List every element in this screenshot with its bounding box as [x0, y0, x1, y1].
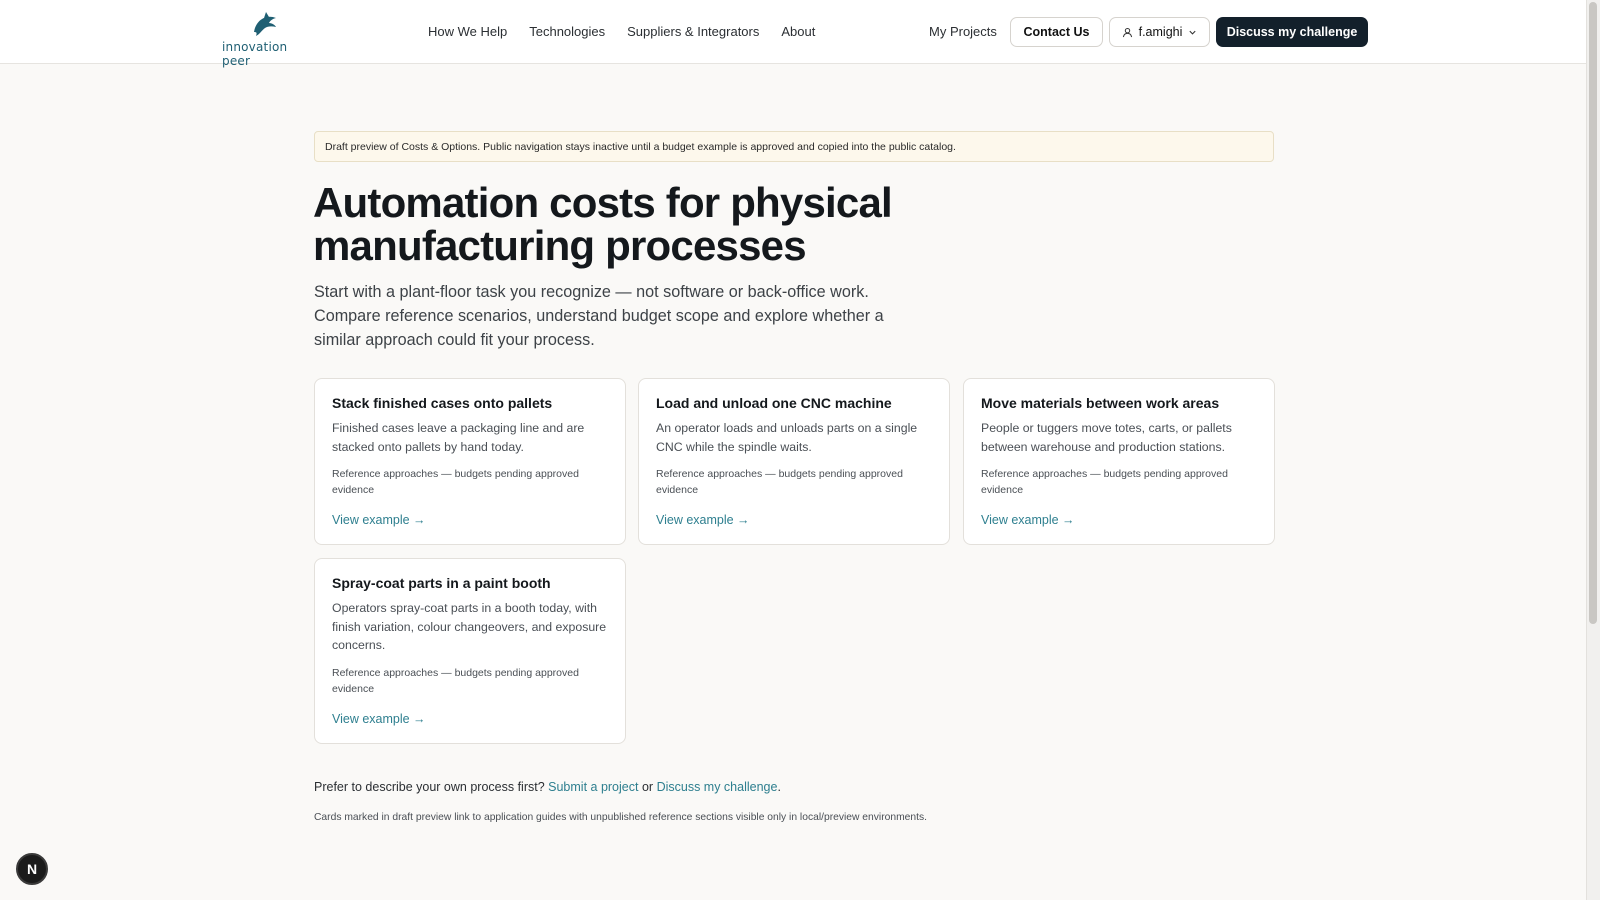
footer-note: Cards marked in draft preview link to ap… — [314, 812, 927, 823]
nav-how-we-help[interactable]: How We Help — [428, 24, 507, 39]
discuss-challenge-button[interactable]: Discuss my challenge — [1216, 17, 1368, 47]
card-cnc-machine[interactable]: Load and unload one CNC machine An opera… — [638, 378, 950, 545]
nav-technologies[interactable]: Technologies — [529, 24, 605, 39]
card-description: People or tuggers move totes, carts, or … — [981, 421, 1232, 454]
footer-or: or — [641, 780, 654, 794]
user-icon — [1122, 27, 1132, 37]
card-note: Reference approaches — budgets pending a… — [656, 468, 903, 496]
dolphin-logo-icon — [254, 12, 276, 36]
next-dev-badge[interactable]: N — [16, 853, 48, 885]
view-example-link[interactable]: View example → — [332, 513, 426, 527]
main-nav: How We Help Technologies Suppliers & Int… — [428, 24, 815, 39]
card-description: Operators spray-coat parts in a booth to… — [332, 601, 607, 652]
top-navigation-bar: innovation peer How We Help Technologies… — [0, 0, 1586, 68]
card-move-materials[interactable]: Move materials between work areas People… — [963, 378, 1275, 545]
page-subtitle: Start with a plant-floor task you recogn… — [314, 283, 884, 349]
page-title: Automation costs for physical manufactur… — [313, 179, 893, 269]
logo-text: innovation peer — [222, 40, 288, 68]
draft-preview-banner: Draft preview of Costs & Options. Public… — [314, 131, 1274, 162]
user-name: f.amighi — [1138, 25, 1183, 39]
card-stack-cases[interactable]: Stack finished cases onto pallets Finish… — [314, 378, 626, 545]
card-note: Reference approaches — budgets pending a… — [981, 468, 1228, 496]
my-projects-link[interactable]: My Projects — [929, 24, 997, 39]
scrollbar-thumb[interactable] — [1589, 2, 1597, 624]
card-spray-coat[interactable]: Spray-coat parts in a paint booth Operat… — [314, 558, 626, 744]
nav-about[interactable]: About — [781, 24, 815, 39]
view-example-link[interactable]: View example → — [656, 513, 750, 527]
footer-cta: Prefer to describe your own process firs… — [314, 780, 781, 794]
card-title: Spray-coat parts in a paint booth — [332, 575, 551, 591]
chevron-down-icon — [1189, 30, 1196, 35]
view-example-link[interactable]: View example → — [332, 712, 426, 726]
card-description: Finished cases leave a packaging line an… — [332, 421, 585, 454]
view-example-link[interactable]: View example → — [981, 513, 1075, 527]
nav-suppliers-integrators[interactable]: Suppliers & Integrators — [627, 24, 759, 39]
discuss-challenge-link[interactable]: Discuss my challenge — [657, 780, 778, 794]
card-title: Move materials between work areas — [981, 395, 1220, 411]
card-note: Reference approaches — budgets pending a… — [332, 468, 579, 496]
submit-project-link[interactable]: Submit a project — [548, 780, 638, 794]
card-title: Load and unload one CNC machine — [656, 395, 892, 411]
card-title: Stack finished cases onto pallets — [332, 395, 553, 411]
footer-period: . — [777, 780, 781, 794]
contact-us-button[interactable]: Contact Us — [1010, 17, 1103, 47]
footer-prefix: Prefer to describe your own process firs… — [314, 780, 545, 794]
innovation-peer-logo[interactable]: innovation peer — [222, 10, 312, 68]
card-description: An operator loads and unloads parts on a… — [656, 421, 918, 454]
user-menu-button[interactable]: f.amighi — [1109, 17, 1210, 47]
card-note: Reference approaches — budgets pending a… — [332, 666, 579, 695]
